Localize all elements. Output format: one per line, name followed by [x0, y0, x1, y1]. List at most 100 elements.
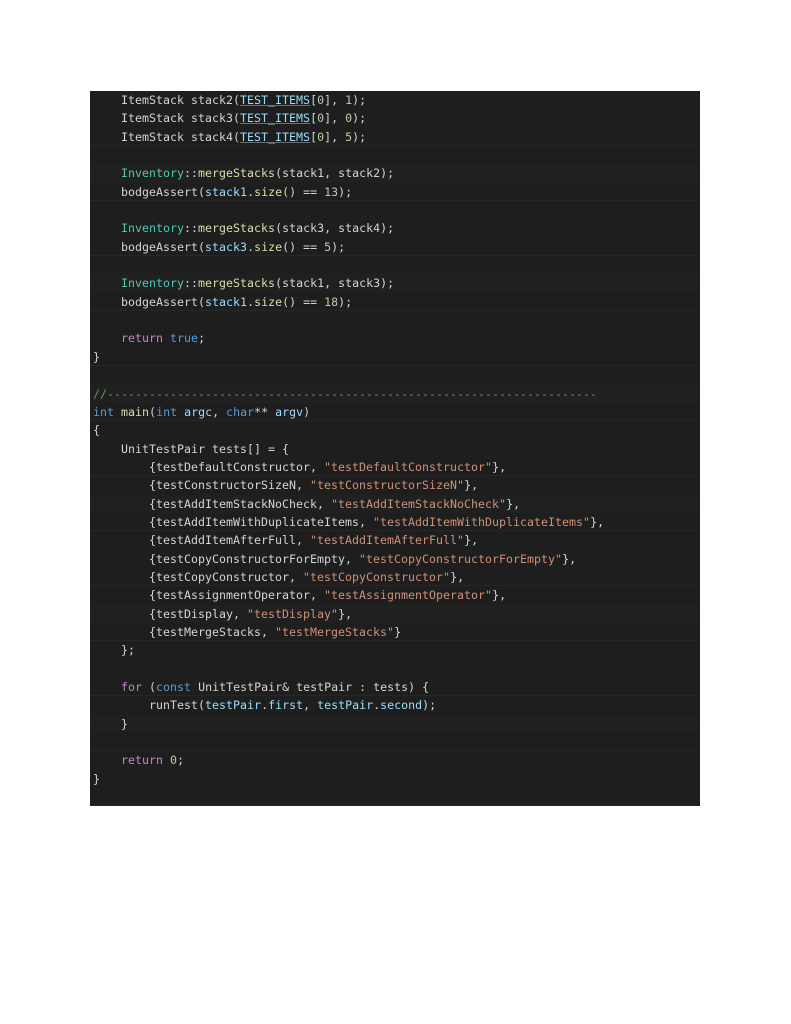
code-token-default — [93, 130, 121, 144]
code-token-plainid: testAddItemWithDuplicateItems — [156, 514, 360, 529]
code-line: {testAddItemWithDuplicateItems, "testAdd… — [90, 512, 700, 532]
code-line: for (const UnitTestPair& testPair : test… — [90, 678, 700, 697]
code-line — [90, 256, 700, 275]
code-token-var: second — [380, 698, 423, 713]
code-token-punct: }, — [338, 606, 353, 621]
code-block[interactable]: ItemStack stack2(TEST_ITEMS[0], 1); Item… — [90, 91, 700, 807]
code-line — [90, 733, 700, 752]
code-token-macro: TEST_ITEMS — [240, 93, 311, 107]
code-token-punct: ) — [303, 404, 311, 419]
code-token-macro: TEST_ITEMS — [240, 129, 311, 144]
code-token-punct: , — [212, 404, 227, 419]
code-token-plainid: bodgeAssert — [121, 184, 199, 199]
code-token-func: size — [254, 294, 283, 309]
code-token-plainid: ItemStack — [121, 93, 185, 107]
code-line: ItemStack stack4(TEST_ITEMS[0], 5); — [90, 127, 700, 147]
code-token-default — [93, 276, 121, 290]
code-line: }; — [90, 641, 700, 660]
code-token-var: first — [268, 698, 304, 713]
code-token-punct: , — [296, 533, 311, 548]
code-token-number: 0 — [170, 753, 178, 768]
code-token-punct: tests[] = { — [205, 441, 290, 456]
code-token-string: "testAddItemStackNoCheck" — [331, 496, 507, 511]
code-token-punct: ], — [324, 111, 346, 126]
code-token-number: 18 — [324, 294, 339, 309]
code-token-punct: } — [93, 349, 101, 364]
code-token-punct: ( — [198, 698, 206, 713]
code-token-punct: stack3( — [184, 111, 241, 126]
code-token-var: stack3 — [205, 239, 248, 254]
code-line: return true; — [90, 329, 700, 348]
code-token-punct: }, — [562, 551, 577, 566]
code-token-punct: }, — [464, 478, 479, 493]
code-line — [90, 146, 700, 165]
code-token-func: size — [254, 184, 283, 199]
code-line: {testCopyConstructor, "testCopyConstruct… — [90, 567, 700, 587]
code-token-punct: ); — [352, 111, 367, 126]
code-token-default — [93, 240, 121, 254]
code-token-punct: , — [359, 514, 374, 529]
code-line: {testDefaultConstructor, "testDefaultCon… — [90, 457, 700, 477]
code-token-plainid: testCopyConstructorForEmpty — [156, 551, 346, 566]
code-token-default — [93, 442, 121, 456]
code-token-punct: ** — [254, 404, 276, 419]
code-token-punct: (stack3, stack4); — [275, 221, 395, 236]
code-token-plainid: testDisplay — [156, 606, 234, 621]
code-line: bodgeAssert(stack3.size() == 5); — [90, 237, 700, 257]
code-token-string: "testCopyConstructor" — [303, 569, 451, 584]
code-token-plainid: UnitTestPair — [198, 680, 283, 694]
code-token-punct — [163, 753, 170, 767]
code-token-plainid: ItemStack — [121, 129, 185, 144]
code-token-punct: ( — [149, 404, 157, 419]
code-token-string: "testMergeStacks" — [275, 624, 395, 639]
code-token-func: mergeStacks — [198, 221, 276, 236]
code-token-string: "testCopyConstructorForEmpty" — [359, 551, 563, 566]
code-token-punct: ); — [422, 698, 437, 713]
code-token-punct: { — [93, 606, 157, 621]
code-token-control: return — [121, 753, 164, 768]
code-token-punct: ); — [352, 93, 367, 107]
code-token-punct: () == — [282, 294, 325, 309]
code-token-punct: } — [93, 716, 129, 731]
code-token-plainid: runTest — [149, 698, 199, 713]
code-token-punct: , — [317, 496, 332, 511]
code-token-default — [93, 295, 121, 309]
code-token-punct: { — [93, 533, 157, 548]
code-token-punct: ( — [198, 294, 206, 309]
code-token-punct: ; — [177, 753, 185, 768]
code-token-default — [93, 753, 121, 767]
code-token-plainid: testDefaultConstructor — [156, 459, 311, 474]
code-token-string: "testAssignmentOperator" — [324, 588, 493, 603]
code-token-punct: } — [394, 624, 402, 639]
code-token-punct: { — [93, 514, 157, 529]
code-token-punct — [114, 405, 121, 419]
code-token-keyword: char — [226, 404, 255, 419]
code-token-macro: TEST_ITEMS — [240, 111, 311, 126]
code-token-var: argv — [275, 404, 304, 419]
code-line: bodgeAssert(stack1.size() == 13); — [90, 182, 700, 202]
code-token-punct: { — [93, 551, 157, 566]
code-token-punct: ], — [324, 93, 346, 107]
code-token-keyword: const — [156, 680, 192, 694]
code-token-var: stack1 — [205, 294, 248, 309]
code-token-punct: ( — [198, 184, 206, 199]
code-token-punct: { — [93, 624, 157, 639]
code-token-punct: ); — [338, 184, 353, 199]
code-token-plainid: testAddItemStackNoCheck — [156, 496, 318, 511]
code-token-punct: (stack1, stack3); — [275, 276, 395, 291]
code-token-string: "testAddItemAfterFull" — [310, 533, 465, 548]
code-token-punct: { — [93, 588, 157, 603]
code-token-punct — [163, 331, 170, 345]
code-token-var: argc — [184, 404, 213, 419]
code-token-func: size — [254, 239, 283, 254]
code-line — [90, 201, 700, 220]
code-token-string: "testDisplay" — [247, 606, 339, 621]
code-token-punct: :: — [184, 276, 199, 291]
code-token-default — [93, 680, 121, 694]
code-line: {testDisplay, "testDisplay"}, — [90, 604, 700, 623]
code-token-punct: ; — [198, 331, 206, 346]
code-token-punct: :: — [184, 166, 199, 181]
code-token-type: Inventory — [121, 221, 185, 236]
code-token-default — [93, 331, 121, 345]
code-token-string: "testAddItemWithDuplicateItems" — [373, 514, 591, 529]
